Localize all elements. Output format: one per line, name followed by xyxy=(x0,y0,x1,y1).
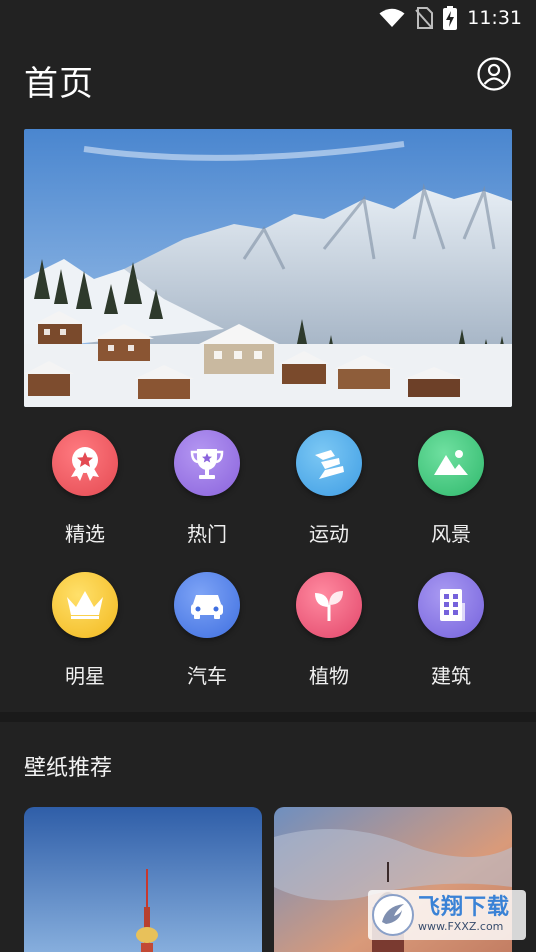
category-label: 热门 xyxy=(187,522,227,546)
badge-star-icon xyxy=(71,447,99,481)
wing-logo-icon xyxy=(382,904,404,924)
category-icon-circle xyxy=(418,430,484,496)
trophy-icon xyxy=(190,449,224,479)
category-label: 风景 xyxy=(431,522,471,546)
status-bar: 11:31 xyxy=(0,0,536,36)
category-sports[interactable]: 运动 xyxy=(268,430,390,552)
sprout-icon xyxy=(315,591,343,621)
status-time: 11:31 xyxy=(467,7,522,29)
profile-button[interactable] xyxy=(476,56,512,92)
user-circle-icon xyxy=(477,57,511,91)
category-label: 明星 xyxy=(65,664,105,688)
section-title: 壁纸推荐 xyxy=(24,756,113,781)
category-scenery[interactable]: 风景 xyxy=(390,430,512,552)
no-sim-icon xyxy=(415,7,434,29)
watermark-title: 飞翔下载 xyxy=(418,895,511,920)
car-icon xyxy=(191,595,223,619)
watermark-url: www.FXXZ.com xyxy=(418,920,504,933)
category-popular[interactable]: 热门 xyxy=(146,430,268,552)
banner-image[interactable] xyxy=(24,129,512,407)
tower-night-image xyxy=(24,807,262,952)
app-header: 首页 xyxy=(0,44,536,110)
category-featured[interactable]: 精选 xyxy=(24,430,146,552)
category-label: 植物 xyxy=(309,664,349,688)
wallpaper-card[interactable] xyxy=(24,807,262,952)
category-label: 精选 xyxy=(65,522,105,546)
category-cars[interactable]: 汽车 xyxy=(146,572,268,694)
wifi-icon xyxy=(379,8,405,27)
category-icon-circle xyxy=(174,430,240,496)
watermark: 飞翔下载 www.FXXZ.com xyxy=(368,890,526,940)
battery-charging-icon xyxy=(443,6,458,30)
watermark-logo xyxy=(372,894,414,936)
category-icon-circle xyxy=(296,430,362,496)
category-grid: 精选 热门 运动 风景 明星 汽车 植物 建筑 xyxy=(24,430,512,694)
category-label: 汽车 xyxy=(187,664,227,688)
category-label: 运动 xyxy=(309,522,349,546)
runner-icon xyxy=(315,450,344,479)
category-icon-circle xyxy=(52,430,118,496)
watermark-text: 飞翔下载 www.FXXZ.com xyxy=(418,896,510,934)
category-icon-circle xyxy=(52,572,118,638)
page-title: 首页 xyxy=(24,64,94,104)
category-icon-circle xyxy=(418,572,484,638)
mountain-village-image xyxy=(24,129,512,407)
mountain-icon xyxy=(434,450,468,475)
category-icon-circle xyxy=(296,572,362,638)
crown-icon xyxy=(67,591,103,619)
category-icon-circle xyxy=(174,572,240,638)
category-plants[interactable]: 植物 xyxy=(268,572,390,694)
category-label: 建筑 xyxy=(431,664,471,688)
building-icon xyxy=(440,589,465,621)
category-architecture[interactable]: 建筑 xyxy=(390,572,512,694)
category-stars[interactable]: 明星 xyxy=(24,572,146,694)
section-divider xyxy=(0,712,536,722)
